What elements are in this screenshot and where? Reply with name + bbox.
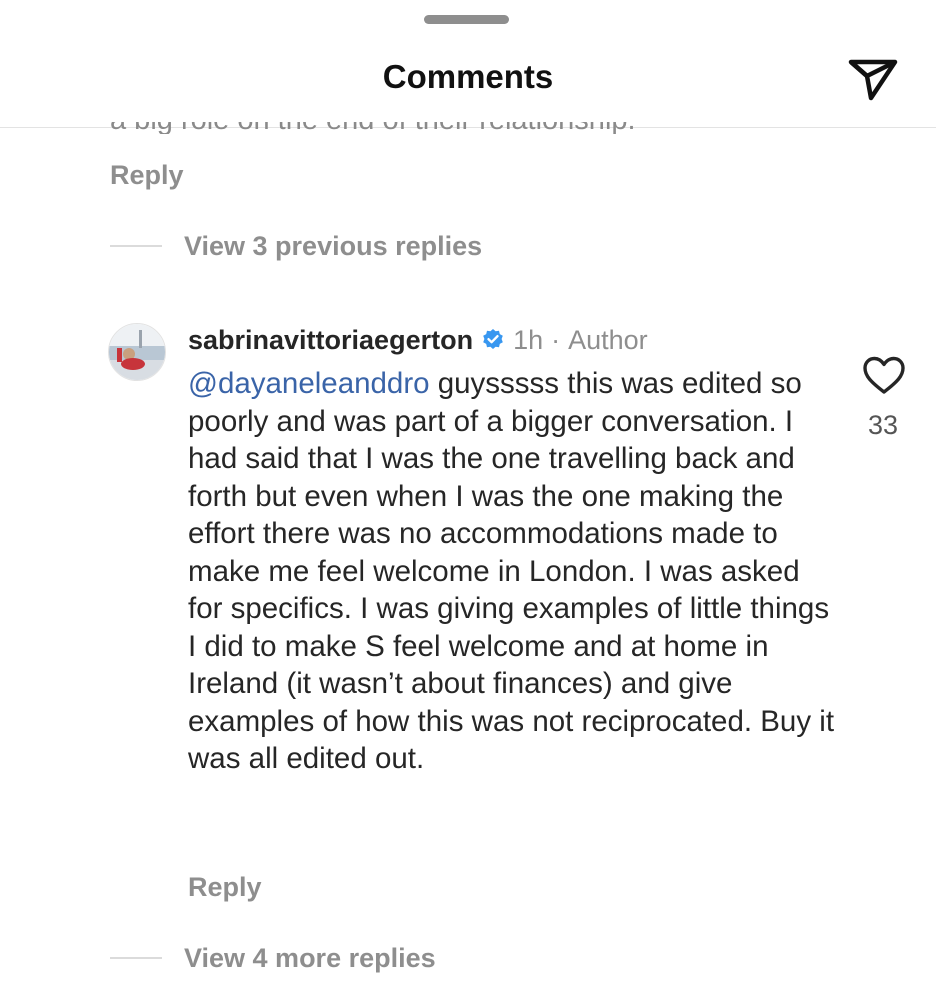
author-tag: Author — [568, 324, 648, 355]
comment-reply-button[interactable]: Reply — [188, 872, 262, 903]
meta-separator: · — [551, 324, 561, 355]
previous-comment-reply-button[interactable]: Reply — [110, 160, 184, 191]
divider-dash — [110, 957, 162, 959]
paper-plane-icon — [848, 59, 898, 101]
comments-header: Comments — [0, 40, 936, 128]
share-button[interactable] — [845, 54, 901, 104]
previous-comment-truncated-text: a big role on the end of their relations… — [110, 122, 730, 134]
heart-outline-icon — [863, 356, 905, 394]
comment-time: 1h — [513, 324, 544, 355]
comment-username[interactable]: sabrinavittoriaegerton — [188, 325, 473, 356]
sheet-grab-handle[interactable] — [424, 15, 509, 24]
view-previous-replies-label: View 3 previous replies — [184, 230, 483, 261]
divider-dash — [110, 245, 162, 247]
avatar-image — [109, 324, 165, 380]
avatar[interactable] — [108, 323, 166, 381]
view-more-replies-label: View 4 more replies — [184, 942, 436, 973]
like-button[interactable] — [861, 355, 907, 395]
view-previous-replies-button[interactable]: View 3 previous replies — [110, 228, 482, 264]
view-more-replies-button[interactable]: View 4 more replies — [110, 940, 436, 976]
page-title: Comments — [382, 58, 554, 95]
comment-mention-link[interactable]: @dayaneleanddro — [188, 367, 430, 400]
comment-text-body: guysssss this was edited so poorly and w… — [188, 367, 835, 775]
comment-meta: sabrinavittoriaegerton 1h · Author — [188, 322, 648, 358]
comment-text: @dayaneleanddro guysssss this was edited… — [188, 365, 838, 778]
verified-badge-icon — [483, 329, 503, 349]
like-count: 33 — [867, 410, 899, 440]
